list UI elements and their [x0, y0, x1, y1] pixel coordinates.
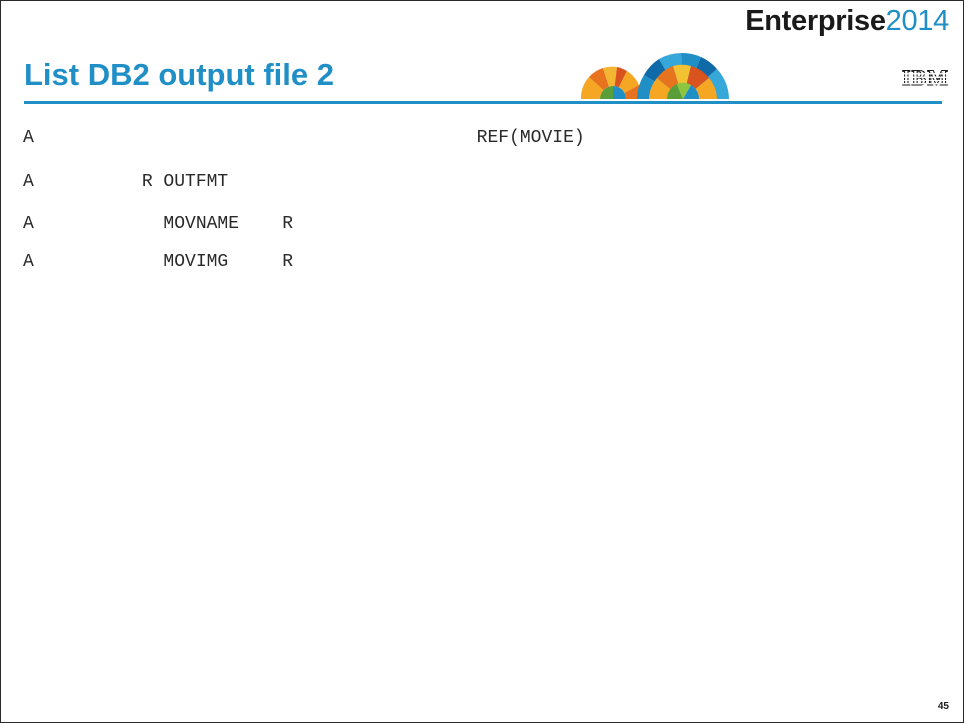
- enterprise-2014-brand: Enterprise2014: [745, 7, 949, 36]
- code-line: A R OUTFMT: [23, 172, 229, 192]
- code-line: A REF(MOVIE): [23, 128, 585, 148]
- brand-name: Enterprise: [745, 5, 886, 37]
- sunburst-logo-icon: [580, 52, 729, 99]
- slide-title: List DB2 output file 2: [24, 57, 334, 92]
- sunburst-small: [580, 66, 645, 99]
- sunburst-large: [637, 52, 729, 99]
- code-line: A MOVIMG R: [23, 252, 294, 272]
- brand-year: 2014: [885, 5, 950, 37]
- slide: Enterprise2014 IBM List DB2 output file …: [0, 0, 964, 723]
- page-number: 45: [937, 701, 949, 712]
- title-divider: [24, 101, 942, 104]
- ibm-logo: IBM: [901, 65, 949, 90]
- code-line: A MOVNAME R: [23, 214, 294, 234]
